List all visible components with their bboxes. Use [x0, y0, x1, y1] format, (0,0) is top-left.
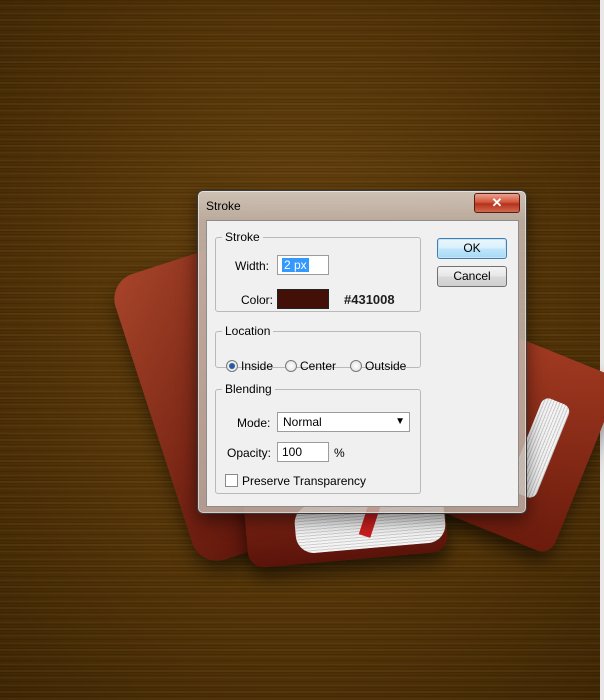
- width-value: 2 px: [282, 258, 309, 272]
- location-group-label: Location: [225, 324, 271, 338]
- chevron-down-icon: ▼: [395, 416, 405, 427]
- mode-label: Mode:: [237, 416, 271, 430]
- preserve-transparency-label[interactable]: Preserve Transparency: [242, 474, 366, 488]
- blending-group-label: Blending: [225, 382, 272, 396]
- radio-center-label[interactable]: Center: [300, 359, 336, 373]
- dialog-title: Stroke: [206, 199, 241, 213]
- opacity-label: Opacity:: [227, 446, 272, 460]
- opacity-unit: %: [334, 446, 345, 460]
- close-icon: ✕: [491, 195, 503, 210]
- radio-inside-label[interactable]: Inside: [241, 359, 273, 373]
- ok-button[interactable]: OK: [437, 238, 507, 259]
- radio-outside[interactable]: [350, 360, 362, 372]
- mode-dropdown[interactable]: Normal ▼: [277, 412, 410, 432]
- color-swatch[interactable]: [277, 289, 329, 309]
- color-hex-value: #431008: [344, 292, 395, 307]
- width-label: Width:: [235, 259, 270, 273]
- stroke-dialog: Stroke ✕ Stroke Width: 2 px Color: #4310…: [197, 190, 527, 514]
- radio-center[interactable]: [285, 360, 297, 372]
- width-input[interactable]: 2 px: [277, 255, 329, 275]
- radio-inside[interactable]: [226, 360, 238, 372]
- close-button[interactable]: ✕: [474, 193, 520, 213]
- cancel-button[interactable]: Cancel: [437, 266, 507, 287]
- color-label: Color:: [241, 293, 274, 307]
- radio-outside-label[interactable]: Outside: [365, 359, 406, 373]
- stroke-group-label: Stroke: [225, 230, 260, 244]
- opacity-value: 100: [282, 445, 303, 459]
- mode-value: Normal: [283, 415, 322, 429]
- opacity-input[interactable]: 100: [277, 442, 329, 462]
- dialog-titlebar[interactable]: Stroke ✕: [198, 191, 526, 219]
- canvas-edge: [600, 0, 604, 700]
- preserve-transparency-checkbox[interactable]: [225, 474, 238, 487]
- dialog-client-area: Stroke Width: 2 px Color: #431008 Locati…: [206, 220, 519, 507]
